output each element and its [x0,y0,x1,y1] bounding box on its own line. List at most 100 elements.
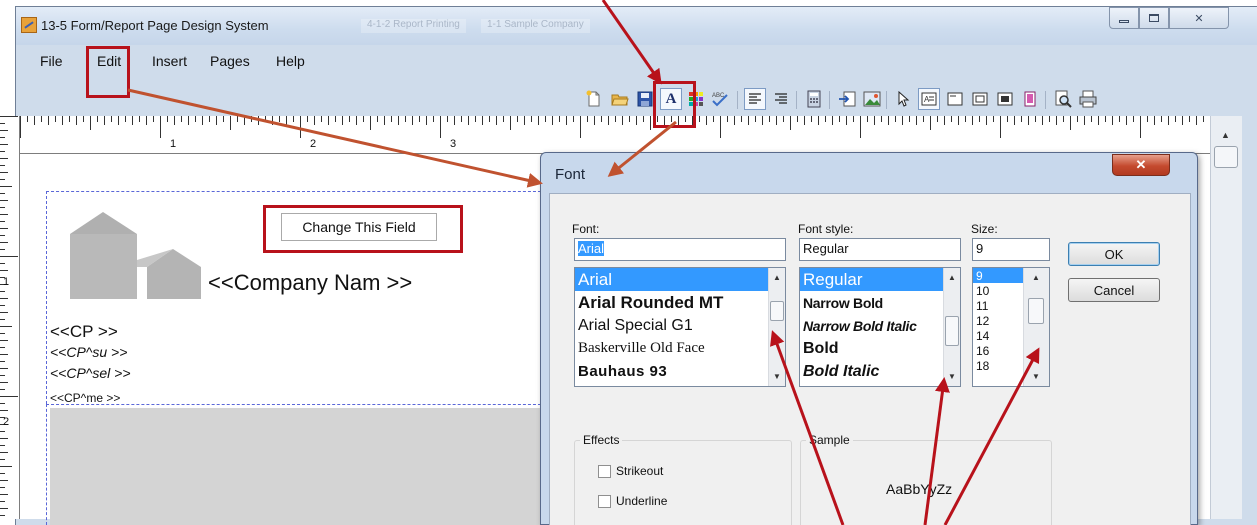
align-right-icon[interactable] [770,88,792,110]
font-style-input[interactable]: Regular [799,238,961,261]
picture-icon[interactable] [861,88,883,110]
font-style-label: Font style: [798,222,854,236]
scroll-thumb[interactable] [770,301,784,321]
dialog-title: Font [555,166,586,183]
text-box-icon[interactable]: A [918,88,940,110]
field-highlight [263,205,463,253]
size-input[interactable]: 9 [972,238,1050,261]
cp-field[interactable]: <<CP >> [50,322,118,342]
ruler-number: 2 [3,416,10,428]
ok-button[interactable]: OK [1068,242,1160,266]
print-icon[interactable] [1077,88,1099,110]
font-label: Font: [572,222,600,236]
toolbar-separator [737,91,738,109]
scroll-up-icon[interactable]: ▲ [1221,130,1230,140]
company-name-field[interactable]: <<Company Nam >> [208,270,412,296]
font-list-scrollbar[interactable]: ▲ ▼ [768,268,785,386]
underline-label: Underline [616,494,668,508]
menu-help[interactable]: Help [272,51,309,71]
font-list-item[interactable]: Arial Rounded MT [575,291,785,314]
font-list[interactable]: Arial Arial Rounded MT Arial Special G1 … [574,267,786,387]
cancel-button[interactable]: Cancel [1068,278,1160,302]
minimize-icon [1119,19,1129,23]
font-style-item[interactable]: Regular [800,268,960,291]
spell-check-icon[interactable]: ABC [709,88,731,110]
minimize-button[interactable] [1109,7,1139,29]
scroll-down-icon[interactable]: ▼ [773,372,781,381]
open-folder-icon[interactable] [609,88,631,110]
font-input[interactable]: Arial [574,238,786,261]
frame-icon[interactable] [944,88,966,110]
align-left-icon[interactable] [744,88,766,110]
underline-checkbox[interactable] [598,495,611,508]
vertical-scrollbar[interactable]: ▲ [1210,116,1242,519]
company-logo-icon[interactable] [55,212,203,299]
scroll-up-icon[interactable]: ▲ [773,273,781,282]
new-document-icon[interactable] [583,88,605,110]
font-style-scrollbar[interactable]: ▲ ▼ [943,268,960,386]
cp-su-field[interactable]: <<CP^su >> [50,344,127,360]
app-icon [21,17,37,33]
font-dialog: Font ✕ Font: Arial Arial Arial Rounded M… [540,152,1198,525]
close-icon: ✕ [1194,12,1204,25]
cp-sel-field[interactable]: <<CP^sel >> [50,365,131,381]
ruler-number: 1 [170,138,177,150]
toolbar-separator [829,91,830,109]
maximize-icon [1149,14,1159,22]
font-style-item[interactable]: Narrow Bold [800,291,960,314]
font-style-item[interactable]: Bold Italic [800,360,960,383]
cp-me-field[interactable]: <<CP^me >> [50,391,120,405]
scroll-thumb[interactable] [1028,298,1044,324]
calculator-icon[interactable] [803,88,825,110]
edit-menu-highlight [86,46,130,98]
font-style-item[interactable]: Bold [800,337,960,360]
frame-bottom-icon[interactable] [994,88,1016,110]
frame-inner-icon[interactable] [969,88,991,110]
detail-area [50,408,542,525]
font-style-item[interactable]: Narrow Bold Italic [800,314,960,337]
effects-label: Effects [580,433,623,447]
scroll-up-icon[interactable]: ▲ [1032,273,1040,282]
close-icon: ✕ [1135,157,1147,172]
horizontal-ruler: 1 2 3 [20,116,1210,154]
font-list-item[interactable]: Arial Special G1 [575,314,785,337]
page-icon[interactable] [1019,88,1041,110]
scroll-thumb[interactable] [1214,146,1238,168]
menu-file[interactable]: File [36,51,67,71]
font-style-list[interactable]: Regular Narrow Bold Narrow Bold Italic B… [799,267,961,387]
ruler-ticks [20,116,1204,138]
scroll-up-icon[interactable]: ▲ [948,273,956,282]
print-preview-icon[interactable] [1052,88,1074,110]
effects-group [574,440,792,525]
size-item[interactable]: 9 [973,268,1025,283]
scroll-down-icon[interactable]: ▼ [948,372,956,381]
menu-insert[interactable]: Insert [148,51,191,71]
font-button-highlight [653,81,696,128]
size-list-scrollbar[interactable]: ▲ ▼ [1023,268,1049,386]
scroll-thumb[interactable] [945,316,959,346]
size-list[interactable]: 9 10 11 12 14 16 18 ▲ ▼ [972,267,1050,387]
title-bar: 13-5 Form/Report Page Design System 4-1-… [16,7,1257,45]
font-list-item[interactable]: Arial [575,268,785,291]
background-tab: 4-1-2 Report Printing [361,19,466,33]
strikeout-label: Strikeout [616,464,664,478]
toolbar-separator [796,91,797,109]
maximize-button[interactable] [1139,7,1169,29]
ruler-number: 2 [310,138,317,150]
screenshot-stage: 13-5 Form/Report Page Design System 4-1-… [0,0,1257,525]
scroll-down-icon[interactable]: ▼ [1032,372,1040,381]
import-icon[interactable] [836,88,858,110]
font-list-item[interactable]: Baskerville Old Face [575,337,785,360]
vertical-ruler: 1 2 [0,116,20,519]
close-button[interactable]: ✕ [1169,7,1229,29]
menu-pages[interactable]: Pages [206,51,254,71]
pointer-icon[interactable] [893,88,915,110]
ruler-number: 3 [450,138,457,150]
sample-label: Sample [806,433,853,447]
strikeout-checkbox[interactable] [598,465,611,478]
toolbar-separator [1045,91,1046,109]
ruler-ticks [0,116,18,516]
dialog-close-button[interactable]: ✕ [1112,154,1170,176]
font-list-item[interactable]: Bauhaus 93 [575,360,785,383]
background-tab: 1-1 Sample Company [481,19,590,33]
